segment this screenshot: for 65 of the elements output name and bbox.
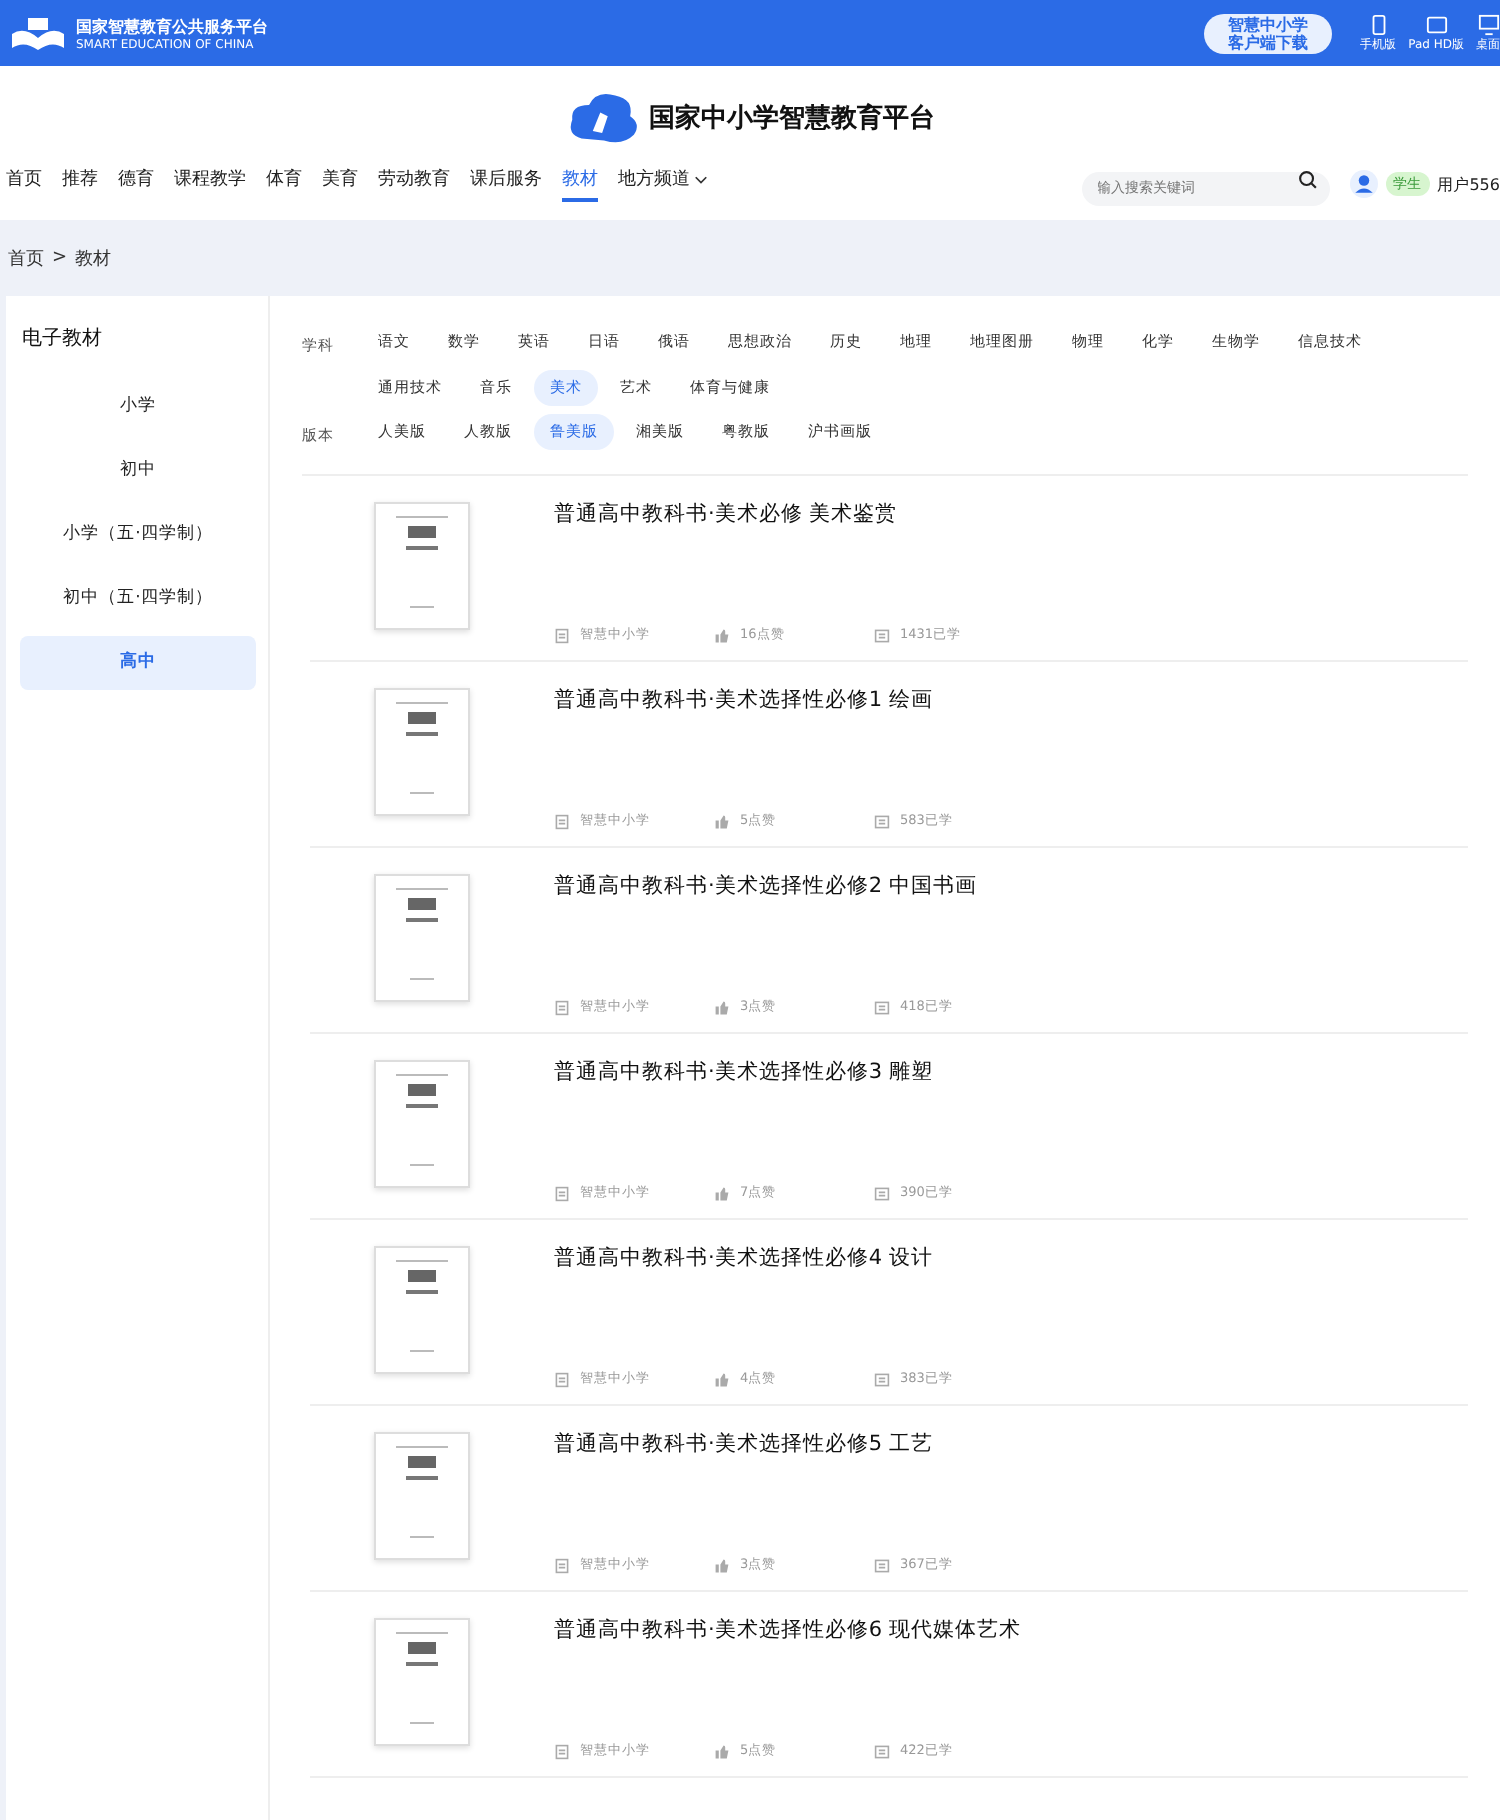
thumbs-up-icon [714, 813, 730, 829]
breadcrumb-separator: > [52, 248, 68, 268]
sidebar-title: 电子教材 [20, 325, 104, 352]
book-cover-drawing[interactable] [374, 502, 470, 630]
brand-name: 国家智慧教育公共服务平台 [76, 15, 268, 37]
document-icon [554, 1557, 570, 1573]
book-icon [874, 1371, 890, 1387]
book-icon [874, 999, 890, 1015]
nav-tab[interactable]: 美育 [322, 166, 358, 202]
book-cover-drawing[interactable] [374, 688, 470, 816]
nav-tab[interactable]: 劳动教育 [378, 166, 450, 202]
book-cover-drawing[interactable] [374, 1246, 470, 1374]
document-icon [554, 627, 570, 643]
sidebar-item[interactable]: 初中 [20, 444, 256, 498]
nav-tab[interactable]: 课后服务 [470, 166, 542, 202]
book-icon [874, 1185, 890, 1201]
thumbs-up-icon [714, 1371, 730, 1387]
thumbs-up-icon [714, 627, 730, 643]
sidebar-item[interactable]: 初中（五·四学制） [20, 572, 256, 626]
nav-tab[interactable]: 推荐 [62, 166, 98, 202]
book-title[interactable]: 普通高中教科书·美术选择性必修2 中国书画 [554, 872, 1034, 900]
nav-tab[interactable]: 体育 [266, 166, 302, 202]
tablet-icon[interactable] [1425, 13, 1448, 35]
book-cover-drawing[interactable] [374, 1060, 470, 1188]
thumbs-up-icon [714, 1185, 730, 1201]
sidebar-item[interactable]: 高中 [20, 636, 256, 690]
breadcrumb-link[interactable]: 教材 [75, 245, 112, 271]
cloud-logo-icon [565, 90, 641, 146]
book-cover-drawing[interactable] [374, 1432, 470, 1560]
document-icon [554, 999, 570, 1015]
search-icon[interactable] [1297, 170, 1318, 190]
book-title[interactable]: 普通高中教科书·美术选择性必修4 设计 [554, 1244, 1034, 1272]
sidebar-item[interactable]: 小学（五·四学制） [20, 508, 256, 562]
document-icon [554, 1743, 570, 1759]
breadcrumb-link[interactable]: 首页 [8, 245, 44, 271]
book-cover-drawing[interactable] [374, 874, 470, 1002]
monitor-icon[interactable] [1477, 13, 1499, 35]
document-icon [554, 1371, 570, 1387]
nav-tab[interactable]: 德育 [118, 166, 154, 202]
book-icon [874, 627, 890, 643]
user-avatar-icon[interactable] [1349, 170, 1378, 198]
thumbs-up-icon [714, 1557, 730, 1573]
book-icon [874, 1743, 890, 1759]
phone-icon[interactable] [1367, 13, 1390, 35]
book-cover-drawing[interactable] [374, 1618, 470, 1746]
download-button[interactable]: 智慧中小学 客户端下载 [1204, 13, 1333, 53]
site-title: 国家中小学智慧教育平台 [649, 101, 935, 136]
nav-tab[interactable]: 地方频道 [618, 166, 708, 202]
book-title[interactable]: 普通高中教科书·美术必修 美术鉴赏 [554, 500, 1034, 528]
sidebar-item[interactable]: 小学 [20, 380, 256, 434]
book-title[interactable]: 普通高中教科书·美术选择性必修1 绘画 [554, 686, 1034, 714]
nav-tab[interactable]: 教材 [562, 166, 598, 202]
nav-tab[interactable]: 首页 [6, 166, 42, 202]
document-icon [554, 813, 570, 829]
book-title[interactable]: 普通高中教科书·美术选择性必修6 现代媒体艺术 [554, 1616, 1034, 1644]
document-icon [554, 1185, 570, 1201]
thumbs-up-icon [714, 999, 730, 1015]
thumbs-up-icon [714, 1743, 730, 1759]
nav-tab[interactable]: 课程教学 [174, 166, 246, 202]
book-icon [874, 1557, 890, 1573]
open-book-logo-icon [8, 13, 68, 53]
book-title[interactable]: 普通高中教科书·美术选择性必修3 雕塑 [554, 1058, 1034, 1086]
book-title[interactable]: 普通高中教科书·美术选择性必修5 工艺 [554, 1430, 1034, 1458]
book-icon [874, 813, 890, 829]
user-name[interactable]: 用户556 [1437, 173, 1500, 195]
